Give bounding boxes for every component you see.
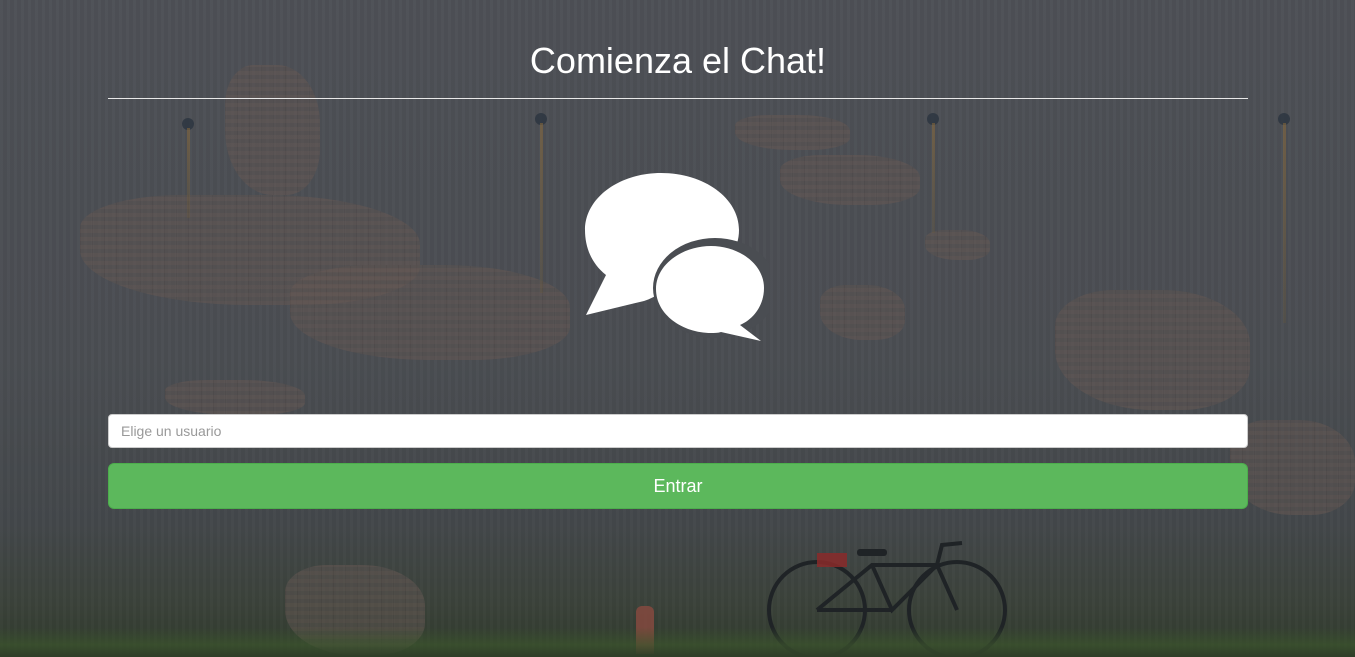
chat-login-page: Comienza el Chat! Entrar <box>0 0 1355 657</box>
login-panel: Comienza el Chat! Entrar <box>108 0 1248 509</box>
page-title: Comienza el Chat! <box>529 40 827 81</box>
chat-bubbles-icon <box>585 173 769 341</box>
enter-button[interactable]: Entrar <box>108 463 1248 509</box>
username-input[interactable] <box>108 414 1248 448</box>
grass-strip <box>0 627 1355 657</box>
title-divider <box>108 98 1248 99</box>
